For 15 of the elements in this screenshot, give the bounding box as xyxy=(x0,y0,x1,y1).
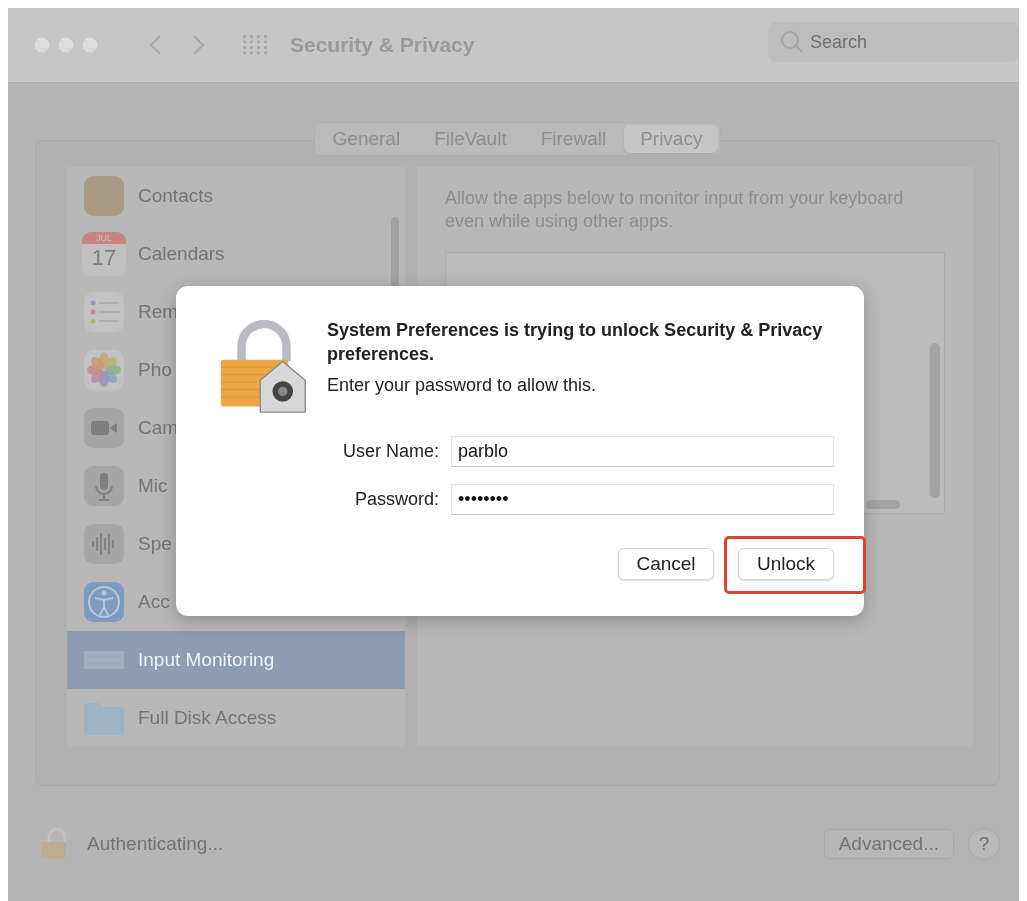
sidebar-label: Mic xyxy=(138,475,168,497)
calendar-day: 17 xyxy=(91,244,117,272)
sidebar-label: Contacts xyxy=(138,185,213,207)
sidebar-label: Calendars xyxy=(138,243,225,265)
sidebar-label: Full Disk Access xyxy=(138,707,277,729)
field-label: User Name: xyxy=(343,440,440,462)
status-text: Authenticating... xyxy=(87,832,225,855)
dialog-title: System Preferences is trying to unlock Security & Privacy preferences. xyxy=(327,319,824,367)
dialog-message: Enter your password to allow this. xyxy=(327,374,598,396)
calendar-month: JUL xyxy=(82,232,126,244)
field-label: Password: xyxy=(354,488,440,510)
sidebar-label: Pho xyxy=(138,359,172,381)
sidebar-label: Input Monitoring xyxy=(138,649,275,671)
sidebar-label: Spe xyxy=(138,533,172,555)
sidebar-label: Acc xyxy=(138,591,170,613)
